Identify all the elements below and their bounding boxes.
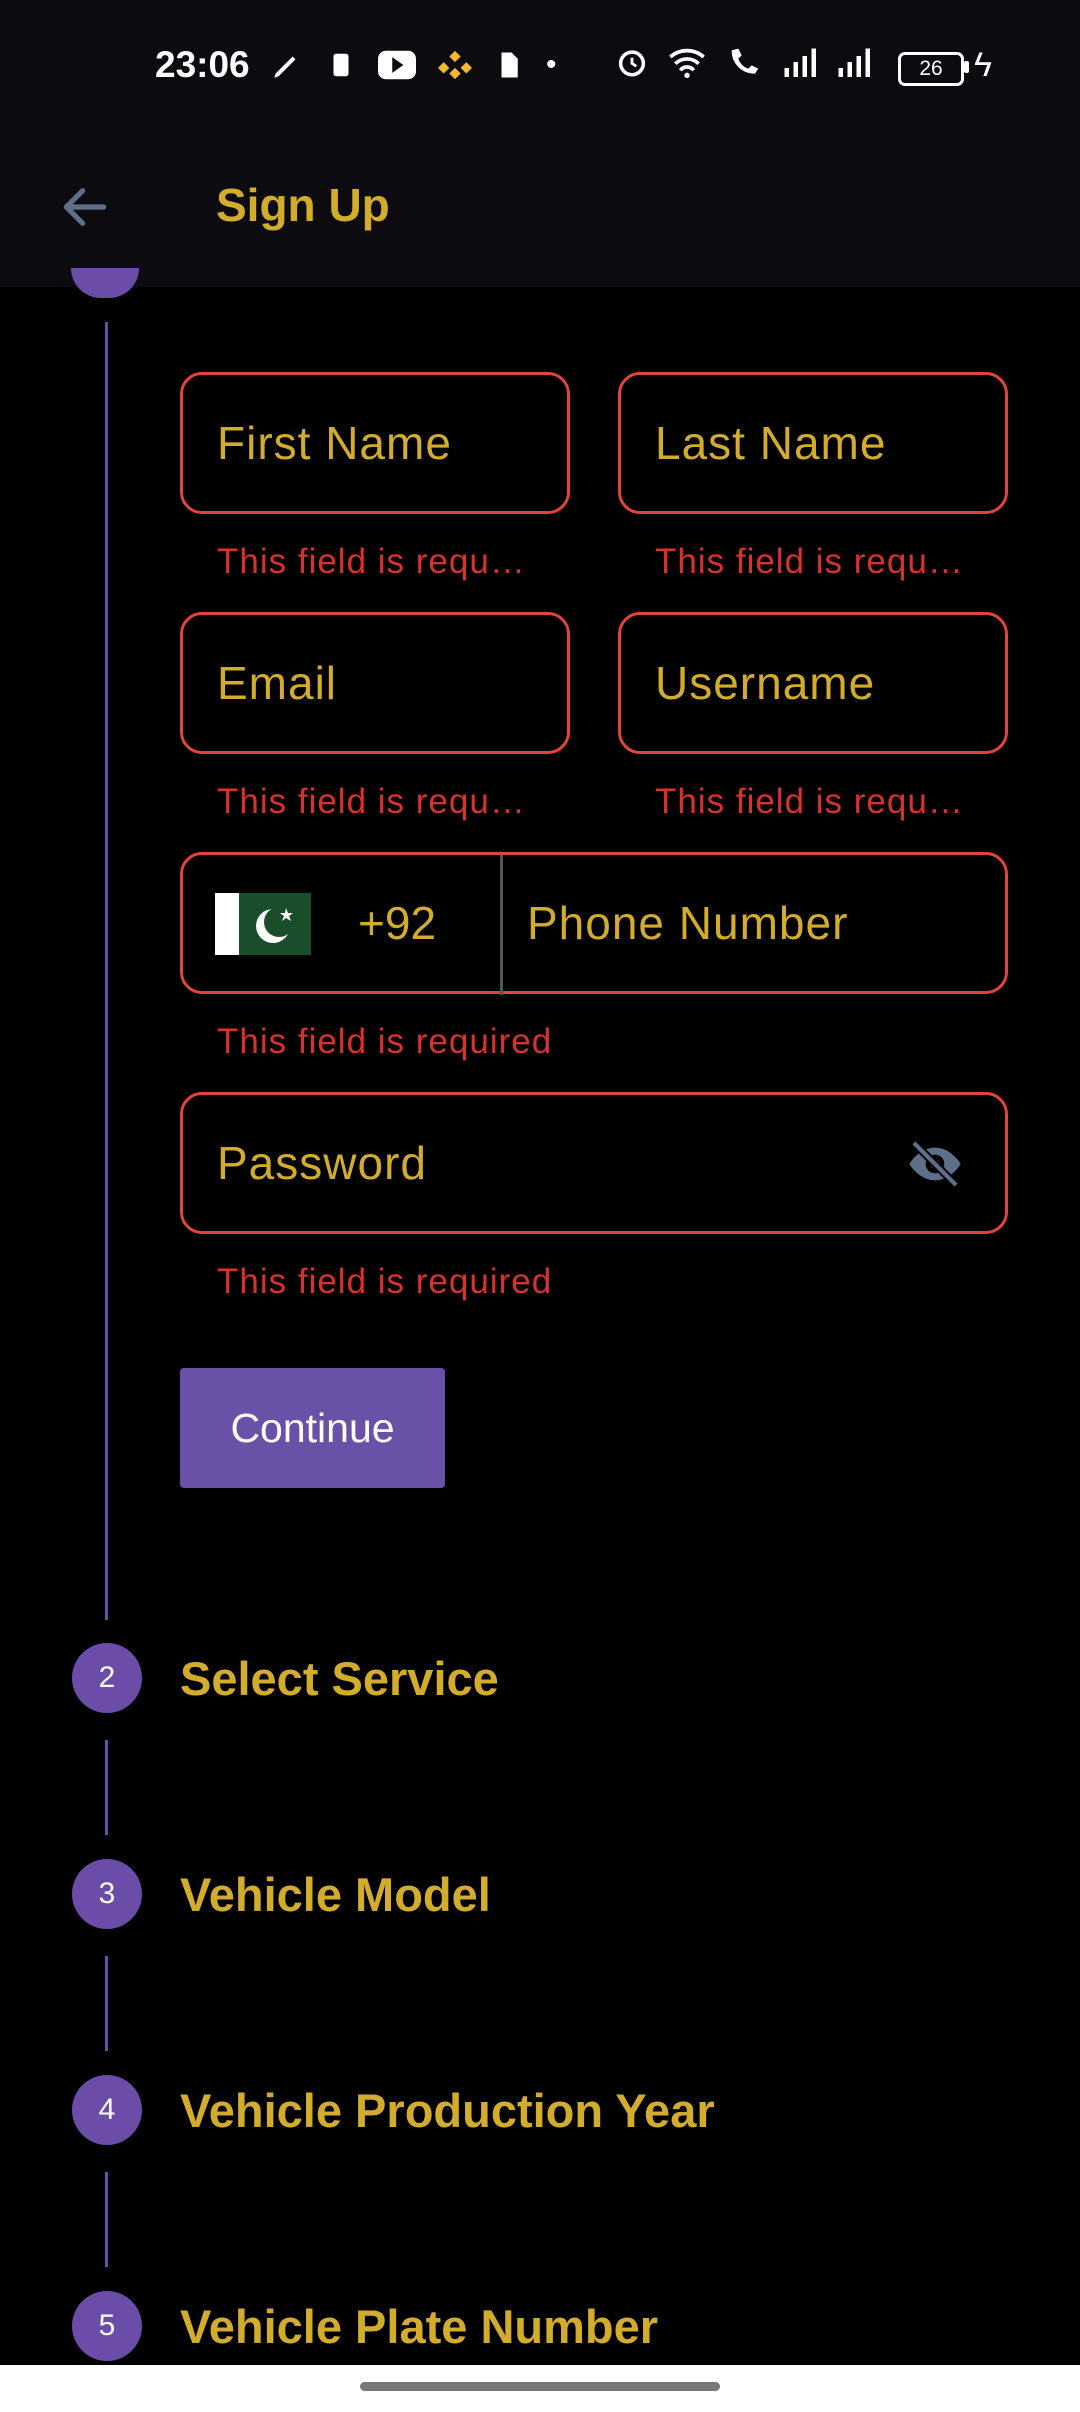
home-gesture-handle[interactable]: [360, 2382, 720, 2391]
binance-icon: [438, 50, 472, 80]
visibility-toggle-button[interactable]: [907, 1140, 963, 1188]
step-4-number: 4: [72, 2075, 142, 2145]
first-name-placeholder: First Name: [217, 417, 452, 469]
phone-error: This field is required: [217, 1022, 553, 1061]
page-title: Sign Up: [216, 179, 390, 231]
step-2-header[interactable]: 2 Select Service: [72, 1643, 499, 1713]
password-error: This field is required: [217, 1262, 553, 1301]
step-5-label: Vehicle Plate Number: [180, 2299, 659, 2353]
wifi-icon: [669, 48, 705, 78]
signal-icon-1: [784, 48, 816, 77]
flag-green-field: [239, 893, 311, 955]
step-4-header[interactable]: 4 Vehicle Production Year: [72, 2075, 715, 2145]
email-field[interactable]: Email: [180, 612, 570, 754]
last-name-placeholder: Last Name: [655, 417, 887, 469]
step-5-header[interactable]: 5 Vehicle Plate Number: [72, 2291, 658, 2361]
step-2-number: 2: [72, 1643, 142, 1713]
app-top-bar: 23:06 • 26 ϟ Sign Up: [0, 0, 1080, 287]
step-3-label: Vehicle Model: [180, 1867, 491, 1921]
wifi-calling-icon: [731, 48, 759, 74]
step-5-number: 5: [72, 2291, 142, 2361]
last-name-error: This field is requ…: [655, 542, 964, 581]
youtube-icon: [378, 50, 416, 80]
last-name-field[interactable]: Last Name: [618, 372, 1008, 514]
password-field[interactable]: Password: [180, 1092, 1008, 1234]
step-3-number: 3: [72, 1859, 142, 1929]
pen-icon: [274, 56, 296, 78]
signal-icon-2: [838, 48, 870, 77]
status-icons-system: [615, 45, 873, 79]
pakistan-flag-icon[interactable]: [215, 893, 311, 955]
more-notifications-dot: •: [546, 48, 557, 81]
step-2-label: Select Service: [180, 1651, 499, 1705]
phone-divider: [500, 855, 503, 995]
battery-tip: [964, 61, 969, 73]
sim-tool-icon: [333, 53, 349, 77]
step-4-label: Vehicle Production Year: [180, 2083, 715, 2137]
step-4-connector: [105, 2172, 108, 2267]
step-3-header[interactable]: 3 Vehicle Model: [72, 1859, 491, 1929]
back-button[interactable]: [50, 172, 120, 242]
step-3-connector: [105, 1956, 108, 2051]
continue-button[interactable]: Continue: [180, 1368, 445, 1488]
first-name-field[interactable]: First Name: [180, 372, 570, 514]
email-placeholder: Email: [217, 657, 338, 709]
first-name-error: This field is requ…: [217, 542, 526, 581]
username-error: This field is requ…: [655, 782, 964, 821]
email-error: This field is requ…: [217, 782, 526, 821]
visibility-off-icon: [909, 1140, 961, 1188]
password-placeholder: Password: [217, 1137, 427, 1189]
step-2-connector: [105, 1740, 108, 1835]
username-placeholder: Username: [655, 657, 876, 709]
sim-card-icon: [501, 52, 518, 78]
crescent-star-icon: [256, 907, 294, 943]
battery-indicator: 26: [898, 52, 964, 86]
username-field[interactable]: Username: [618, 612, 1008, 754]
flag-white-band: [215, 893, 239, 955]
step-1-indicator: [71, 268, 139, 298]
country-code[interactable]: +92: [358, 896, 436, 950]
back-arrow-icon: [63, 188, 107, 226]
status-time: 23:06: [155, 44, 250, 85]
phone-placeholder: Phone Number: [527, 897, 849, 949]
status-icons-notifications: •: [270, 45, 557, 85]
charging-icon: ϟ: [974, 46, 992, 84]
alarm-icon: [618, 50, 646, 77]
step-1-connector: [105, 322, 108, 1620]
